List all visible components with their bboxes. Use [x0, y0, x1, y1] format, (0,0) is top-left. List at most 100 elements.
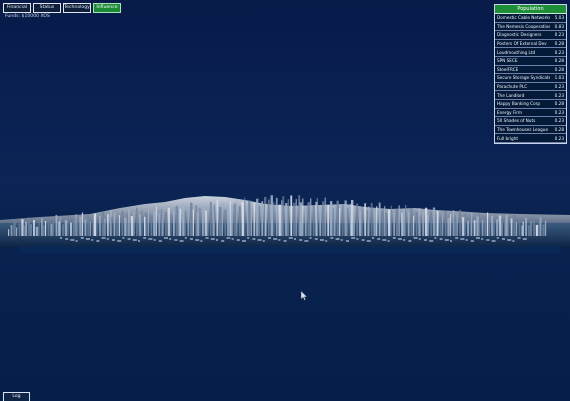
- population-row-name: SPN SECE: [497, 58, 518, 64]
- building: [52, 219, 55, 236]
- building: [407, 212, 410, 236]
- building: [21, 219, 24, 236]
- waterfront-light: [268, 237, 271, 239]
- tab-financial[interactable]: Financial: [3, 3, 31, 13]
- building: [99, 215, 101, 236]
- tab-status[interactable]: Status: [33, 3, 61, 13]
- building: [244, 197, 246, 236]
- waterfront-light: [158, 240, 162, 242]
- building: [390, 205, 392, 236]
- population-row-name: Posters Of External Dev: [497, 41, 547, 47]
- building: [319, 205, 322, 236]
- population-row[interactable]: Happy Banking Corp 0.28: [495, 100, 566, 109]
- building: [481, 219, 484, 236]
- waterfront-light: [127, 238, 131, 240]
- population-row[interactable]: Diagnostic Designers 0.23: [495, 31, 566, 40]
- building: [104, 218, 106, 236]
- population-row[interactable]: The Townhouses League 0.28: [495, 126, 566, 135]
- game-viewport[interactable]: Financial Status Technology Influence Fu…: [0, 0, 570, 401]
- tab-influence[interactable]: Influence: [93, 3, 121, 13]
- building: [81, 212, 84, 236]
- building: [464, 213, 466, 236]
- building: [341, 204, 344, 236]
- population-row[interactable]: Full bright 0.23: [495, 134, 566, 143]
- population-row-name: 50 Shades of Nuts: [497, 118, 536, 124]
- population-row[interactable]: Secure Storage Syndicate 1.03: [495, 74, 566, 83]
- building: [18, 223, 21, 236]
- building: [241, 201, 244, 236]
- waterfront-light: [517, 237, 521, 239]
- waterfront-light: [117, 240, 122, 242]
- population-row-name: The Landlord: [497, 92, 525, 98]
- waterfront-light: [91, 239, 94, 241]
- building: [227, 205, 230, 236]
- population-row-value: 5.03: [554, 15, 564, 21]
- water-reflection: [20, 246, 560, 253]
- building: [179, 208, 182, 236]
- building: [62, 224, 64, 236]
- building: [162, 205, 164, 236]
- waterfront-light: [60, 237, 62, 239]
- waterfront-light: [70, 239, 75, 241]
- building: [30, 224, 32, 236]
- waterfront-light: [325, 240, 328, 242]
- waterfront-light: [346, 240, 349, 242]
- population-row[interactable]: SteelFRCE 0.28: [495, 66, 566, 75]
- building: [230, 207, 233, 236]
- building: [387, 209, 391, 236]
- building: [424, 207, 428, 236]
- population-row-name: Loudmouthing Ltd: [497, 49, 536, 55]
- waterfront-light: [288, 237, 293, 239]
- population-row-value: 0.23: [554, 92, 564, 98]
- population-row[interactable]: SPN SECE 0.28: [495, 57, 566, 66]
- waterfront-light: [476, 237, 480, 239]
- building: [515, 222, 518, 236]
- building: [250, 207, 252, 236]
- building: [138, 214, 142, 236]
- population-row[interactable]: The Landlord 0.23: [495, 91, 566, 100]
- waterfront-light: [356, 238, 359, 240]
- building: [59, 217, 61, 236]
- population-row-value: 0.23: [554, 32, 564, 38]
- population-row-value: 0.28: [554, 58, 564, 64]
- log-button[interactable]: Log: [3, 392, 30, 401]
- waterfront-light: [210, 238, 215, 240]
- building: [281, 200, 283, 236]
- building: [8, 229, 10, 236]
- building: [476, 216, 479, 236]
- building: [248, 200, 251, 236]
- waterfront-light: [195, 239, 200, 241]
- population-row[interactable]: 50 Shades of Nuts 0.23: [495, 117, 566, 126]
- population-row-value: 1.03: [554, 75, 564, 81]
- population-row[interactable]: The Nemesis Cooperative 0.83: [495, 23, 566, 32]
- tab-technology[interactable]: Technology: [63, 3, 91, 13]
- population-row-name: Secure Storage Syndicate: [497, 75, 551, 81]
- population-row[interactable]: Energy Firm 0.23: [495, 109, 566, 118]
- building: [213, 204, 215, 236]
- waterfront-light: [403, 239, 406, 241]
- waterfront-light: [320, 239, 324, 241]
- population-row-value: 0.28: [554, 101, 564, 107]
- population-row-value: 0.28: [554, 41, 564, 47]
- building: [347, 207, 349, 236]
- waterfront-light: [236, 239, 240, 241]
- population-row[interactable]: Loudmouthing Ltd 0.23: [495, 48, 566, 57]
- waterfront-light: [314, 238, 318, 240]
- building: [27, 217, 31, 236]
- population-row-value: 0.28: [554, 127, 564, 133]
- population-row[interactable]: Posters Of External Dev 0.28: [495, 40, 566, 49]
- building: [327, 204, 330, 236]
- population-row[interactable]: Parachute PLC 0.23: [495, 83, 566, 92]
- building: [147, 208, 150, 236]
- building: [261, 201, 264, 236]
- population-row[interactable]: Domestic Cable Networks 5.03: [495, 14, 566, 23]
- waterfront-light: [434, 237, 437, 239]
- building: [351, 200, 354, 236]
- waterfront-light: [470, 240, 474, 242]
- building: [376, 206, 378, 236]
- building: [158, 213, 161, 236]
- waterfront-light: [460, 238, 465, 240]
- building: [79, 216, 82, 236]
- waterfront-light: [366, 240, 371, 242]
- building: [107, 214, 109, 236]
